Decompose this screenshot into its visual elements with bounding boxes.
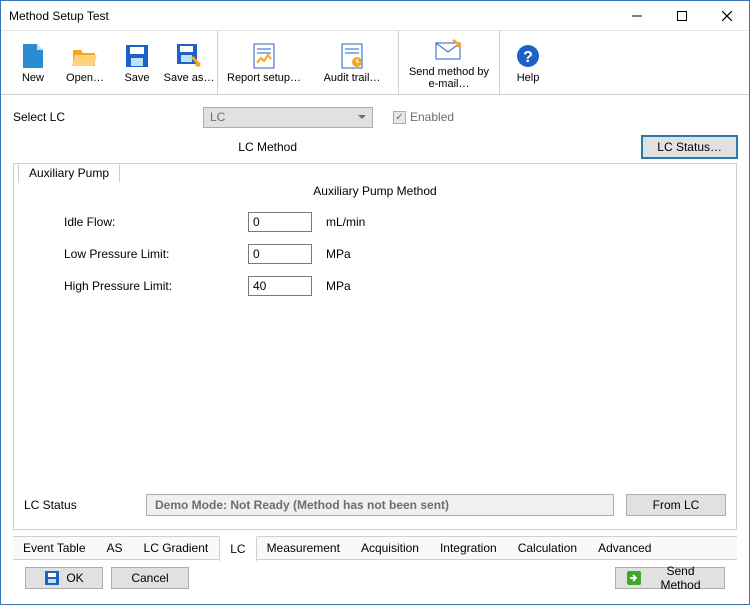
new-button[interactable]: New — [7, 31, 59, 94]
saveas-icon — [175, 42, 203, 70]
audit-icon — [338, 42, 366, 70]
high-press-row: High Pressure Limit: MPa — [24, 270, 726, 302]
aux-pump-tab[interactable]: Auxiliary Pump — [18, 163, 120, 183]
toolbar: New Open… Save Save as… Report setup… — [1, 31, 749, 95]
idle-flow-input[interactable] — [248, 212, 312, 232]
method-header-row: LC Method LC Status… — [13, 133, 737, 161]
footer: OK Cancel Send Method — [13, 560, 737, 596]
save-icon — [123, 42, 151, 70]
low-press-input[interactable] — [248, 244, 312, 264]
tab-as[interactable]: AS — [97, 537, 134, 559]
tab-event-table[interactable]: Event Table — [13, 537, 97, 559]
form-area: Idle Flow: mL/min Low Pressure Limit: MP… — [24, 206, 726, 491]
help-label: Help — [517, 72, 540, 84]
send-email-button[interactable]: Send method by e-mail… — [401, 31, 497, 94]
enabled-checkbox[interactable]: ✓ Enabled — [393, 110, 454, 124]
new-label: New — [22, 72, 44, 84]
tab-measurement[interactable]: Measurement — [257, 537, 351, 559]
select-lc-label: Select LC — [13, 110, 193, 124]
tab-lc[interactable]: LC — [219, 536, 256, 561]
bottom-tabstrip: Event TableASLC GradientLCMeasurementAcq… — [13, 536, 737, 560]
from-lc-button[interactable]: From LC — [626, 494, 726, 516]
low-press-unit: MPa — [326, 247, 351, 261]
ok-button[interactable]: OK — [25, 567, 103, 589]
content: Select LC LC ✓ Enabled LC Method LC Stat… — [1, 95, 749, 604]
audit-trail-button[interactable]: Audit trail… — [308, 31, 396, 94]
tab-advanced[interactable]: Advanced — [588, 537, 662, 559]
idle-flow-label: Idle Flow: — [24, 215, 244, 229]
lc-select-value: LC — [210, 110, 225, 124]
saveas-label: Save as… — [164, 72, 215, 84]
toolbar-group-send: Send method by e-mail… — [399, 31, 500, 94]
tab-integration[interactable]: Integration — [430, 537, 508, 559]
titlebar: Method Setup Test — [1, 1, 749, 31]
check-icon: ✓ — [393, 111, 406, 124]
ok-label: OK — [66, 571, 83, 585]
saveas-button[interactable]: Save as… — [163, 31, 215, 94]
toolbar-group-file: New Open… Save Save as… — [5, 31, 218, 94]
new-file-icon — [19, 42, 47, 70]
report-setup-button[interactable]: Report setup… — [220, 31, 308, 94]
sendmail-label: Send method by e-mail… — [409, 66, 489, 90]
audit-label: Audit trail… — [324, 72, 381, 84]
save-button[interactable]: Save — [111, 31, 163, 94]
tab-acquisition[interactable]: Acquisition — [351, 537, 430, 559]
save-label: Save — [124, 72, 149, 84]
toolbar-group-help: ? Help — [500, 31, 556, 94]
aux-pump-panel-title: Auxiliary Pump Method — [24, 184, 726, 198]
lc-status-button[interactable]: LC Status… — [642, 136, 737, 158]
low-press-row: Low Pressure Limit: MPa — [24, 238, 726, 270]
save-small-icon — [44, 570, 60, 586]
report-label: Report setup… — [227, 72, 301, 84]
minimize-button[interactable] — [614, 1, 659, 30]
lc-status-text: Demo Mode: Not Ready (Method has not bee… — [146, 494, 614, 516]
high-press-label: High Pressure Limit: — [24, 279, 244, 293]
help-icon: ? — [514, 42, 542, 70]
window-title: Method Setup Test — [9, 9, 614, 23]
low-press-label: Low Pressure Limit: — [24, 247, 244, 261]
open-button[interactable]: Open… — [59, 31, 111, 94]
high-press-input[interactable] — [248, 276, 312, 296]
maximize-button[interactable] — [659, 1, 704, 30]
enabled-label: Enabled — [410, 110, 454, 124]
lc-status-label: LC Status — [24, 498, 134, 512]
select-lc-row: Select LC LC ✓ Enabled — [13, 103, 737, 131]
send-method-button[interactable]: Send Method — [615, 567, 725, 589]
cancel-button[interactable]: Cancel — [111, 567, 189, 589]
open-folder-icon — [71, 42, 99, 70]
send-label: Send Method — [647, 564, 714, 592]
aux-pump-panel: Auxiliary Pump Auxiliary Pump Method Idl… — [13, 163, 737, 530]
method-title: LC Method — [13, 140, 642, 154]
mail-icon — [435, 36, 463, 64]
idle-flow-unit: mL/min — [326, 215, 365, 229]
open-label: Open… — [66, 72, 104, 84]
lc-status-row: LC Status Demo Mode: Not Ready (Method h… — [24, 491, 726, 519]
tab-lc-gradient[interactable]: LC Gradient — [134, 537, 220, 559]
report-icon — [250, 42, 278, 70]
help-button[interactable]: ? Help — [502, 31, 554, 94]
lc-select-combo[interactable]: LC — [203, 107, 373, 128]
high-press-unit: MPa — [326, 279, 351, 293]
tab-calculation[interactable]: Calculation — [508, 537, 588, 559]
toolbar-group-report: Report setup… Audit trail… — [218, 31, 399, 94]
send-arrow-icon — [626, 570, 641, 586]
idle-flow-row: Idle Flow: mL/min — [24, 206, 726, 238]
close-button[interactable] — [704, 1, 749, 30]
svg-text:?: ? — [523, 49, 533, 66]
